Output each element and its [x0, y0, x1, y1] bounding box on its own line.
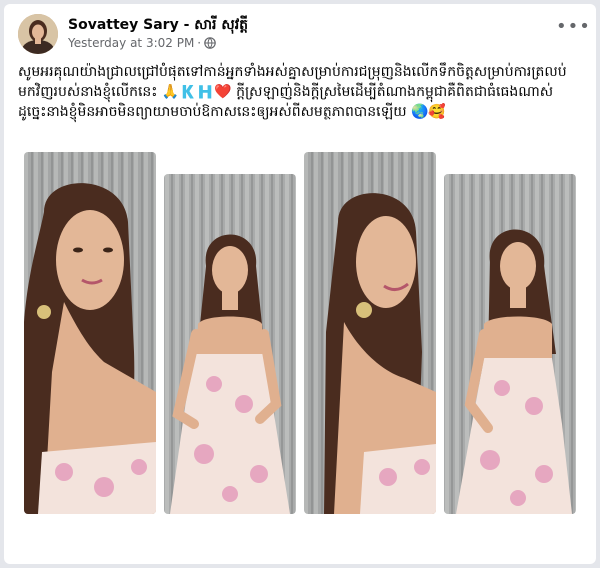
post-timestamp[interactable]: Yesterday at 3:02 PM: [68, 36, 194, 50]
photo-grid: [4, 150, 596, 520]
more-options-button[interactable]: •••: [556, 18, 590, 42]
photo-3-image: [304, 152, 436, 514]
photo-4[interactable]: [444, 174, 576, 514]
avatar[interactable]: [18, 14, 58, 54]
author-name[interactable]: Sovattey Sary - សារី សុវត្តី: [68, 15, 248, 36]
photo-4-image: [444, 174, 576, 514]
photo-2-image: [164, 174, 296, 514]
avatar-image: [18, 14, 58, 54]
post-header: Sovattey Sary - សារី សុវត្តី Yesterday a…: [4, 4, 596, 60]
globe-icon: [204, 37, 216, 52]
photo-3[interactable]: [304, 152, 436, 514]
post-caption: សូមអរគុណយ៉ាងជ្រាលជ្រៅបំផុតទៅកាន់អ្នកទាំង…: [18, 64, 567, 120]
feed-post: Sovattey Sary - សារី សុវត្តី Yesterday a…: [4, 4, 596, 564]
photo-1[interactable]: [24, 152, 156, 514]
photo-2[interactable]: [164, 174, 296, 514]
meta-separator: ·: [197, 36, 202, 50]
photo-1-image: [24, 152, 156, 514]
post-meta: Yesterday at 3:02 PM ·: [68, 36, 216, 52]
